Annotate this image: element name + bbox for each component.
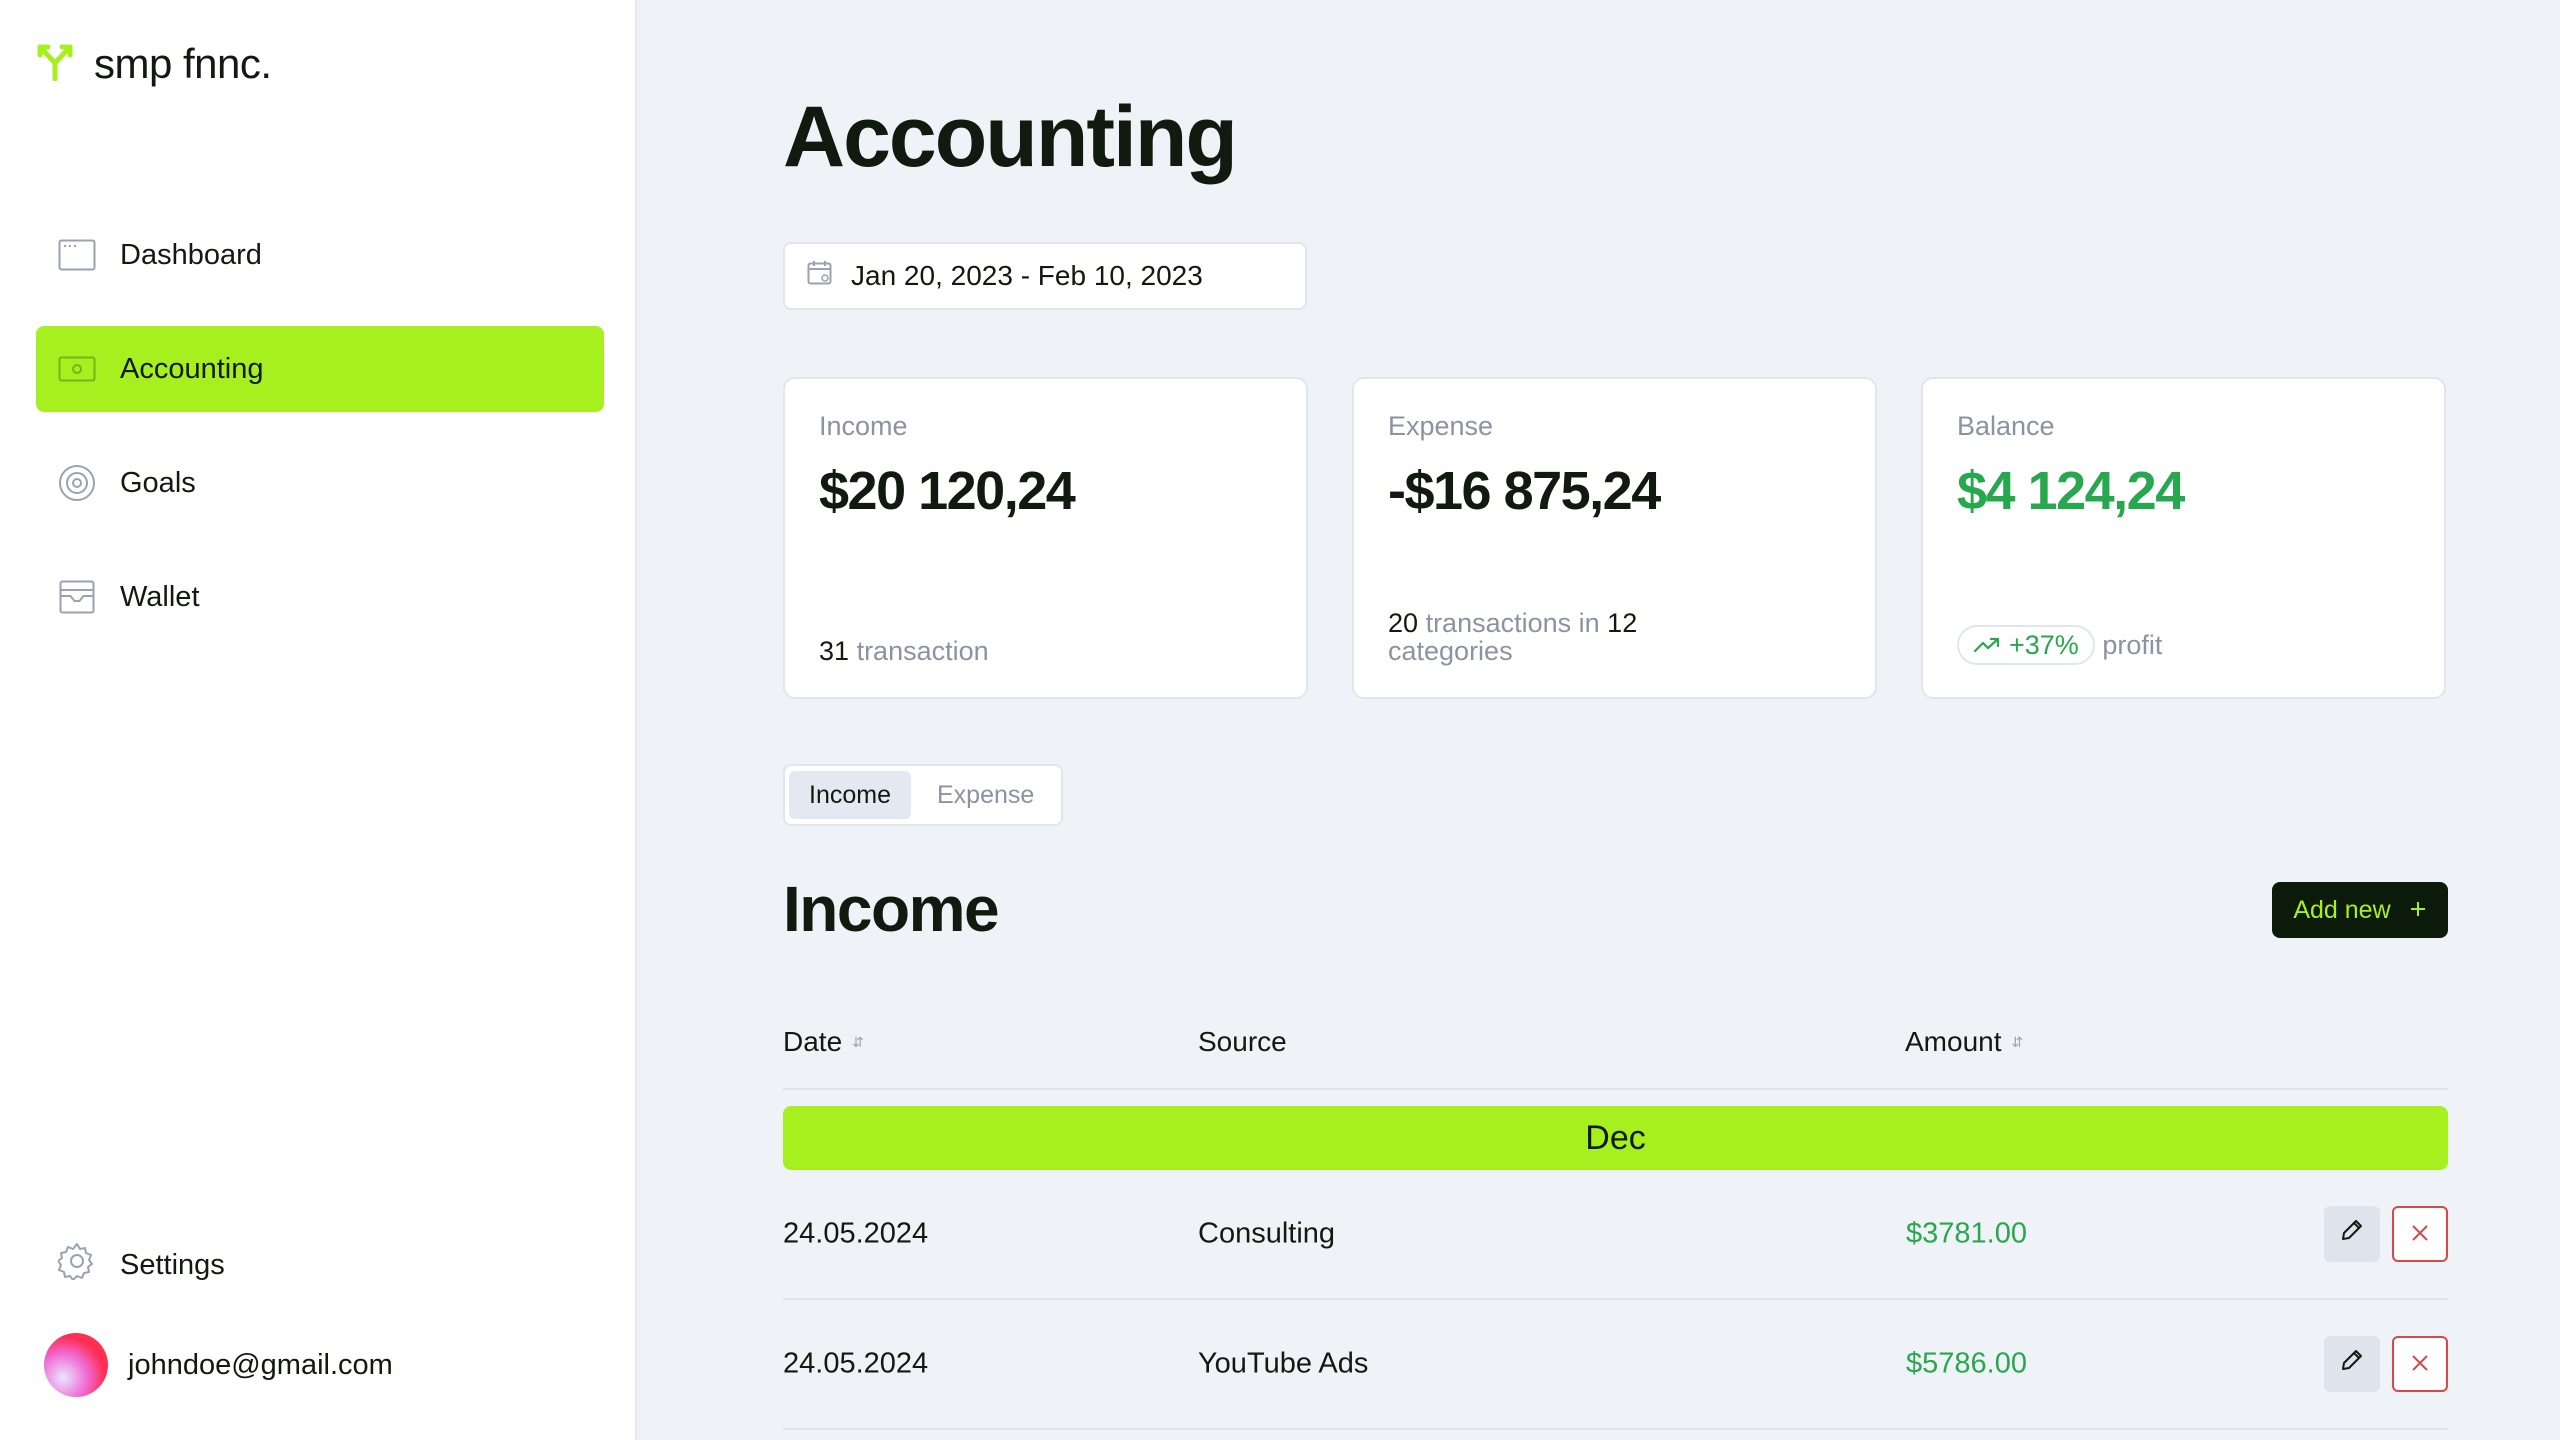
settings-link[interactable]: Settings [57,1242,225,1288]
profit-badge: +37% [1957,625,2095,665]
date-range-value: Jan 20, 2023 - Feb 10, 2023 [851,260,1203,291]
column-label: Amount [1905,1026,2002,1057]
table-row: 24.05.2024 Consulting $3781.00 [783,1170,2448,1300]
row-source: Consulting [1198,1217,1336,1250]
avatar [44,1333,108,1397]
sort-icon: ⇵ [852,1033,864,1050]
expense-value: -$16 875,24 [1388,461,1661,521]
tab-income[interactable]: Income [789,771,911,819]
plus-icon [2409,896,2427,925]
page-title: Accounting [783,89,1238,185]
income-value: $20 120,24 [819,461,1076,521]
sidebar-nav: Dashboard Accounting Goals Wallet [36,212,604,668]
card-label: Income [819,411,908,441]
type-tabs: Income Expense [783,764,1063,826]
sort-icon: ⇵ [2011,1033,2024,1050]
add-new-button[interactable]: Add new [2272,882,2448,938]
table-row: 24.05.2024 YouTube Ads $5786.00 [783,1300,2448,1430]
close-icon [2410,1218,2430,1251]
balance-card: Balance $4 124,24 +37% profit [1921,377,2446,699]
pencil-icon [2339,1347,2365,1381]
transaction-count: 20 [1388,608,1419,638]
sidebar-item-dashboard[interactable]: Dashboard [36,212,604,298]
user-profile[interactable]: johndoe@gmail.com [44,1333,393,1397]
column-label: Date [783,1026,843,1057]
wallet-icon [58,578,96,616]
sidebar-item-label: Accounting [120,352,264,385]
edit-button[interactable] [2324,1206,2380,1262]
column-header-date[interactable]: Date ⇵ [783,1026,864,1058]
date-range-picker[interactable]: Jan 20, 2023 - Feb 10, 2023 [783,242,1307,310]
row-source: YouTube Ads [1198,1347,1369,1380]
brand-name: smp fnnc. [94,40,272,87]
profit-percent: +37% [2009,630,2079,660]
sidebar-item-label: Wallet [120,580,200,613]
user-email: johndoe@gmail.com [128,1348,393,1381]
income-table: Date ⇵ Source Amount ⇵ Dec 24.05.2024 Co… [783,1010,2448,1430]
card-label: Expense [1388,411,1494,441]
transaction-count-label: transactions in [1425,608,1600,638]
row-date: 24.05.2024 [783,1217,929,1250]
income-card: Income $20 120,24 31 transaction [783,377,1308,699]
sidebar: smp fnnc. Dashboard Accounting Goals Wal… [0,0,637,1440]
column-header-source: Source [1198,1026,1287,1058]
sidebar-item-accounting[interactable]: Accounting [36,326,604,412]
balance-value: $4 124,24 [1957,461,2185,521]
row-amount: $5786.00 [1906,1347,2027,1380]
table-header: Date ⇵ Source Amount ⇵ [783,1010,2448,1090]
card-label: Balance [1957,411,2055,441]
transaction-count-label: transaction [856,636,989,666]
summary-cards: Income $20 120,24 31 transaction Expense… [783,377,2446,699]
sidebar-item-goals[interactable]: Goals [36,440,604,526]
trend-up-icon [1973,631,2001,659]
category-count-label: categories [1388,636,1513,666]
expense-card: Expense -$16 875,24 20 transactions in 1… [1352,377,1877,699]
target-icon [58,464,96,502]
edit-button[interactable] [2324,1336,2380,1392]
close-icon [2410,1348,2430,1381]
row-date: 24.05.2024 [783,1347,929,1380]
sidebar-item-label: Goals [120,466,196,499]
column-header-amount[interactable]: Amount ⇵ [1905,1026,2023,1058]
category-count: 12 [1607,608,1638,638]
transaction-count: 31 [819,636,850,666]
expense-footnote: 20 transactions in 12 categories [1388,609,1637,665]
calendar-icon [807,260,833,293]
delete-button[interactable] [2392,1336,2448,1392]
dashboard-icon [58,236,96,274]
delete-button[interactable] [2392,1206,2448,1262]
banknote-icon [58,350,96,388]
row-amount: $3781.00 [1906,1217,2027,1250]
logo-icon [36,43,74,86]
pencil-icon [2339,1217,2365,1251]
add-new-label: Add new [2293,895,2391,924]
sidebar-item-label: Dashboard [120,238,262,271]
column-label: Source [1198,1026,1287,1057]
balance-footnote: +37% profit [1957,625,2162,665]
tab-expense[interactable]: Expense [917,771,1054,819]
profit-label: profit [2102,630,2163,660]
section-title: Income [783,873,1000,945]
brand[interactable]: smp fnnc. [36,40,272,88]
gear-icon [57,1242,96,1288]
settings-label: Settings [120,1248,225,1281]
income-footnote: 31 transaction [819,637,989,665]
month-group-header: Dec [783,1106,2448,1170]
sidebar-item-wallet[interactable]: Wallet [36,554,604,640]
